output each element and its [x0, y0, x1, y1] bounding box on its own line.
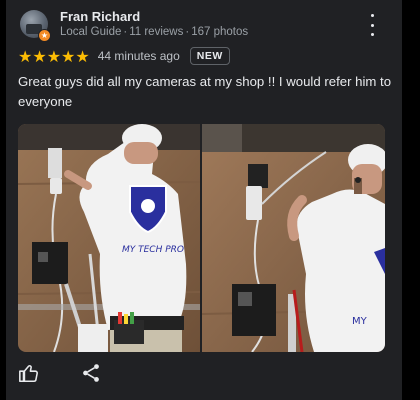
rating-row: ★★★★★ 44 minutes ago NEW: [18, 46, 230, 66]
photo-count: 167 photos: [191, 26, 249, 38]
share-icon: [83, 364, 99, 382]
more-vert-icon[interactable]: [364, 14, 380, 36]
review-photo-2[interactable]: MY: [202, 124, 385, 352]
like-button[interactable]: [18, 362, 40, 384]
review-photo-1[interactable]: MY TECH PRO: [18, 124, 200, 352]
shirt-logo-text: MY TECH PRO: [122, 245, 184, 255]
new-badge: NEW: [189, 47, 230, 65]
reviewer-name[interactable]: Fran Richard: [60, 9, 140, 24]
star-rating: ★★★★★: [18, 46, 90, 66]
review-card: ★ Fran Richard Local Guide · 11 reviews · 16…: [6, 0, 402, 400]
review-header: ★ Fran Richard Local Guide · 11 reviews · 16…: [18, 8, 394, 42]
review-text: Great guys did all my cameras at my shop…: [18, 74, 392, 109]
review-photos: MY TECH PRO MY: [18, 124, 385, 352]
share-button[interactable]: [80, 362, 102, 384]
review-time: 44 minutes ago: [97, 49, 180, 63]
review-count: 11 reviews: [129, 26, 184, 38]
local-guide-label: Local Guide: [60, 26, 122, 38]
separator: ·: [185, 26, 190, 38]
reviewer-meta: Local Guide · 11 reviews · 167 photos: [60, 26, 248, 38]
local-guide-badge-icon: ★: [38, 29, 51, 42]
shirt-logo-text: MY: [352, 316, 368, 327]
thumb-up-icon: [19, 365, 38, 383]
